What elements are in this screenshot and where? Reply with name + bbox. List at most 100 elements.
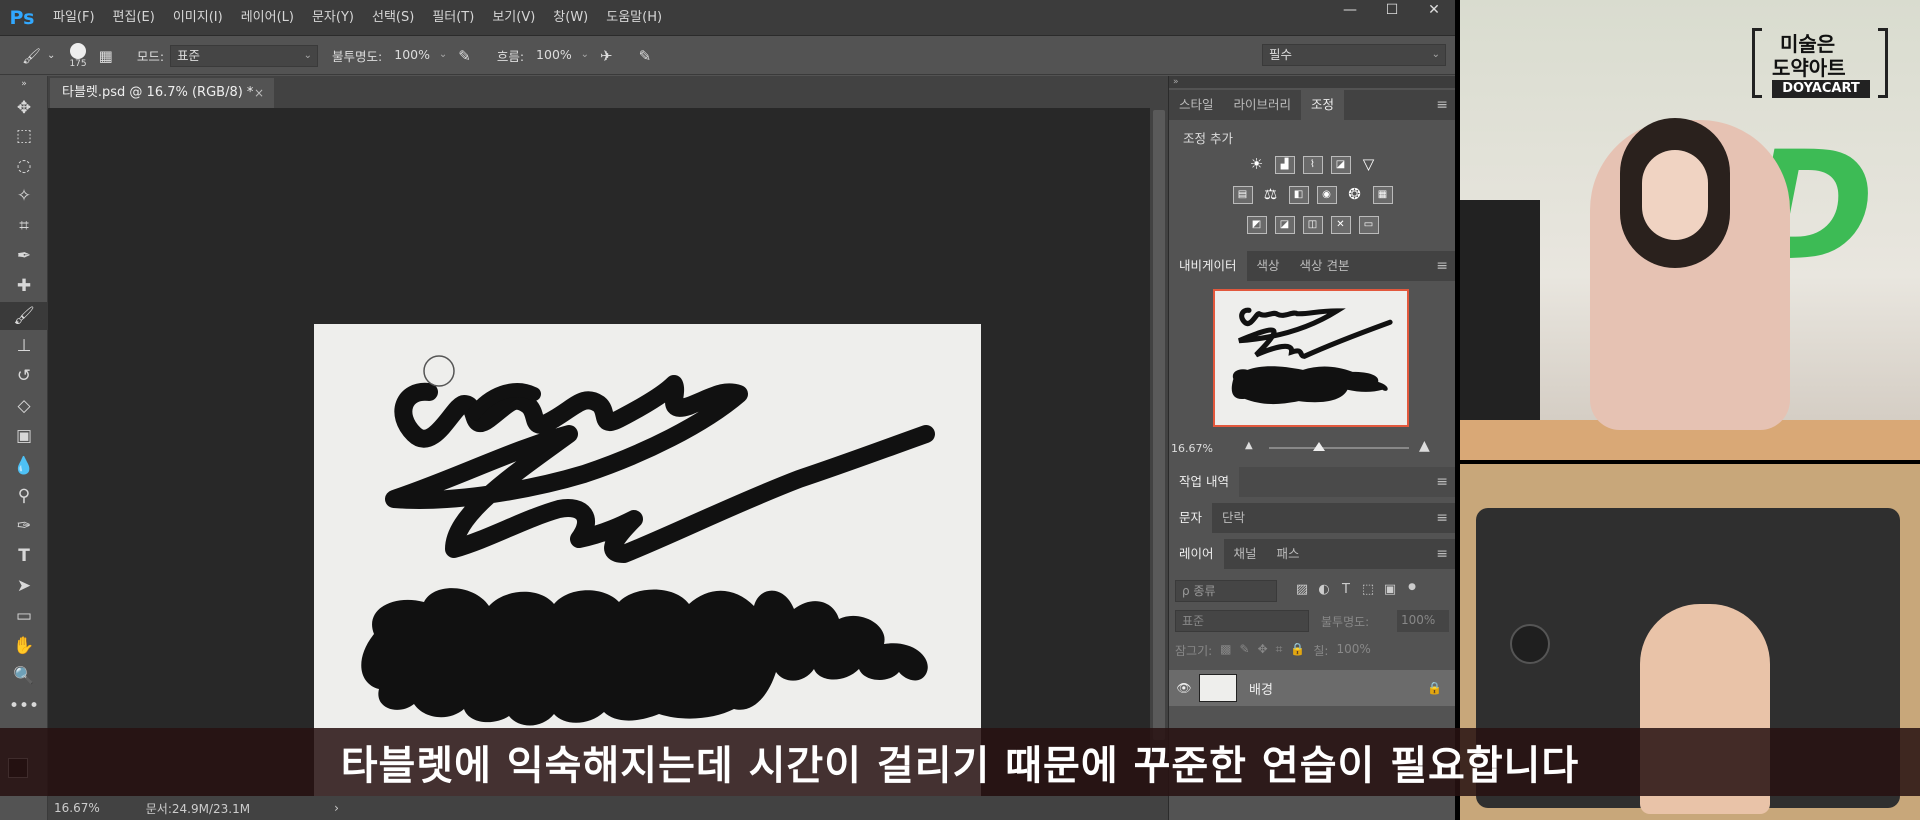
panel-menu-icon[interactable]: ≡ <box>1436 467 1448 497</box>
brightness-icon[interactable]: ☀ <box>1247 156 1267 174</box>
tab-styles[interactable]: 스타일 <box>1169 90 1224 120</box>
zoom-slider[interactable] <box>1269 447 1409 449</box>
stamp-tool-icon[interactable]: ⊥ <box>0 332 48 360</box>
mode-dropdown[interactable]: 표준 ⌄ <box>170 44 319 67</box>
lock-transparent-icon[interactable]: ▩ <box>1220 642 1231 659</box>
workspace-dropdown[interactable]: 필수 ⌄ <box>1262 44 1446 66</box>
crop-tool-icon[interactable]: ⌗ <box>0 212 48 240</box>
color-lookup-icon[interactable]: ▦ <box>1372 186 1393 204</box>
flow-input[interactable]: 100% ⌄ <box>530 45 594 67</box>
tab-color[interactable]: 색상 <box>1247 251 1290 281</box>
move-tool-icon[interactable]: ✥ <box>0 94 48 122</box>
channel-mixer-icon[interactable]: ❂ <box>1345 186 1365 204</box>
vertical-scrollbar[interactable] <box>1150 108 1168 796</box>
menu-type[interactable]: 문자(Y) <box>303 0 363 36</box>
lock-image-icon[interactable]: ✎ <box>1240 642 1250 659</box>
chevron-down-icon[interactable]: ⌄ <box>47 50 55 61</box>
navigator-zoom-value[interactable]: 16.67% <box>1171 442 1213 455</box>
zoom-tool-icon[interactable]: 🔍 <box>0 662 48 690</box>
menu-file[interactable]: 파일(F) <box>44 0 104 36</box>
minimize-button[interactable]: — <box>1329 0 1371 22</box>
layer-row-background[interactable]: 👁 배경 🔒 <box>1169 670 1455 706</box>
posterize-icon[interactable]: ◪ <box>1274 216 1295 234</box>
status-arrow-icon[interactable]: › <box>334 801 339 815</box>
menu-view[interactable]: 보기(V) <box>483 0 544 36</box>
panel-collapse-icon[interactable]: » <box>1169 76 1455 88</box>
layer-name[interactable]: 배경 <box>1249 679 1273 698</box>
pixel-filter-icon[interactable]: ▨ <box>1291 582 1313 597</box>
navigator-preview[interactable] <box>1213 289 1409 427</box>
healing-tool-icon[interactable]: ✚ <box>0 272 48 300</box>
pressure-opacity-icon[interactable]: ✎ <box>458 47 471 65</box>
menu-image[interactable]: 이미지(I) <box>164 0 232 36</box>
layer-filter-dropdown[interactable]: ρ 종류 <box>1175 580 1277 602</box>
panel-collapse-icon[interactable]: » <box>0 76 48 92</box>
levels-icon[interactable]: ▟ <box>1274 156 1295 174</box>
menu-window[interactable]: 창(W) <box>544 0 597 36</box>
close-window-button[interactable]: ✕ <box>1413 0 1455 22</box>
more-tools-icon[interactable]: ••• <box>0 692 48 720</box>
menu-help[interactable]: 도움말(H) <box>597 0 671 36</box>
panel-menu-icon[interactable]: ≡ <box>1436 251 1448 281</box>
tab-character[interactable]: 문자 <box>1169 503 1213 533</box>
vibrance-icon[interactable]: ▽ <box>1359 156 1379 174</box>
tab-channels[interactable]: 채널 <box>1224 539 1267 569</box>
path-select-tool-icon[interactable]: ➤ <box>0 572 48 600</box>
tab-libraries[interactable]: 라이브러리 <box>1224 90 1302 120</box>
pressure-size-icon[interactable]: ✎ <box>639 47 652 65</box>
eraser-tool-icon[interactable]: ◇ <box>0 392 48 420</box>
gradient-map-icon[interactable]: ▭ <box>1358 216 1379 234</box>
zoom-level[interactable]: 16.67% <box>54 801 100 815</box>
shape-filter-icon[interactable]: ⬚ <box>1357 582 1379 597</box>
tab-paths[interactable]: 패스 <box>1267 539 1310 569</box>
adjustment-filter-icon[interactable]: ◐ <box>1313 582 1335 597</box>
exposure-icon[interactable]: ◪ <box>1330 156 1351 174</box>
black-white-icon[interactable]: ◧ <box>1288 186 1309 204</box>
lock-all-icon[interactable]: 🔒 <box>1290 642 1305 659</box>
lock-icon[interactable]: 🔒 <box>1427 681 1442 695</box>
fill-value[interactable]: 100% <box>1336 642 1370 659</box>
filter-toggle-icon[interactable]: ● <box>1401 582 1423 597</box>
zoom-out-icon[interactable]: ▲ <box>1245 440 1253 451</box>
document-tab[interactable]: 타블렛.psd @ 16.7% (RGB/8) * × <box>50 78 274 108</box>
lasso-tool-icon[interactable]: ◌ <box>0 152 48 180</box>
blend-mode-dropdown[interactable]: 표준 <box>1175 610 1309 632</box>
lock-position-icon[interactable]: ✥ <box>1258 642 1268 659</box>
panel-menu-icon[interactable]: ≡ <box>1436 503 1448 533</box>
brush-size-picker[interactable]: 175 <box>69 42 87 69</box>
visibility-eye-icon[interactable]: 👁 <box>1169 681 1199 695</box>
eyedropper-tool-icon[interactable]: ✒ <box>0 242 48 270</box>
history-brush-tool-icon[interactable]: ↺ <box>0 362 48 390</box>
tab-navigator[interactable]: 내비게이터 <box>1169 251 1247 281</box>
blur-tool-icon[interactable]: 💧 <box>0 452 48 480</box>
color-balance-icon[interactable]: ⚖ <box>1261 186 1281 204</box>
close-tab-icon[interactable]: × <box>254 78 264 108</box>
pen-tool-icon[interactable]: ✑ <box>0 512 48 540</box>
tab-adjustments[interactable]: 조정 <box>1301 90 1345 120</box>
threshold-icon[interactable]: ◫ <box>1302 216 1323 234</box>
airbrush-icon[interactable]: ✈ <box>600 47 613 65</box>
opacity-input[interactable]: 100% ⌄ <box>388 45 452 67</box>
panel-menu-icon[interactable]: ≡ <box>1436 539 1448 569</box>
tab-paragraph[interactable]: 단락 <box>1212 503 1255 533</box>
maximize-button[interactable]: ☐ <box>1371 0 1413 22</box>
tab-swatches[interactable]: 색상 견본 <box>1290 251 1360 281</box>
brush-preset-icon[interactable]: 🖌 <box>22 47 41 65</box>
canvas-area[interactable] <box>48 108 1150 796</box>
type-tool-icon[interactable]: T <box>0 542 48 570</box>
rectangle-tool-icon[interactable]: ▭ <box>0 602 48 630</box>
marquee-tool-icon[interactable]: ⬚ <box>0 122 48 150</box>
smart-object-filter-icon[interactable]: ▣ <box>1379 582 1401 597</box>
selective-color-icon[interactable]: ✕ <box>1330 216 1351 234</box>
hue-saturation-icon[interactable]: ▤ <box>1232 186 1253 204</box>
invert-icon[interactable]: ◩ <box>1246 216 1267 234</box>
menu-select[interactable]: 선택(S) <box>363 0 423 36</box>
zoom-in-icon[interactable]: ▲ <box>1419 438 1430 454</box>
quick-select-tool-icon[interactable]: ✧ <box>0 182 48 210</box>
gradient-tool-icon[interactable]: ▣ <box>0 422 48 450</box>
document-canvas[interactable] <box>314 324 981 796</box>
tab-history[interactable]: 작업 내역 <box>1169 467 1239 497</box>
lock-artboard-icon[interactable]: ⌗ <box>1276 642 1283 659</box>
tab-layers[interactable]: 레이어 <box>1169 539 1224 569</box>
brush-panel-toggle-icon[interactable]: ▦ <box>99 47 113 65</box>
